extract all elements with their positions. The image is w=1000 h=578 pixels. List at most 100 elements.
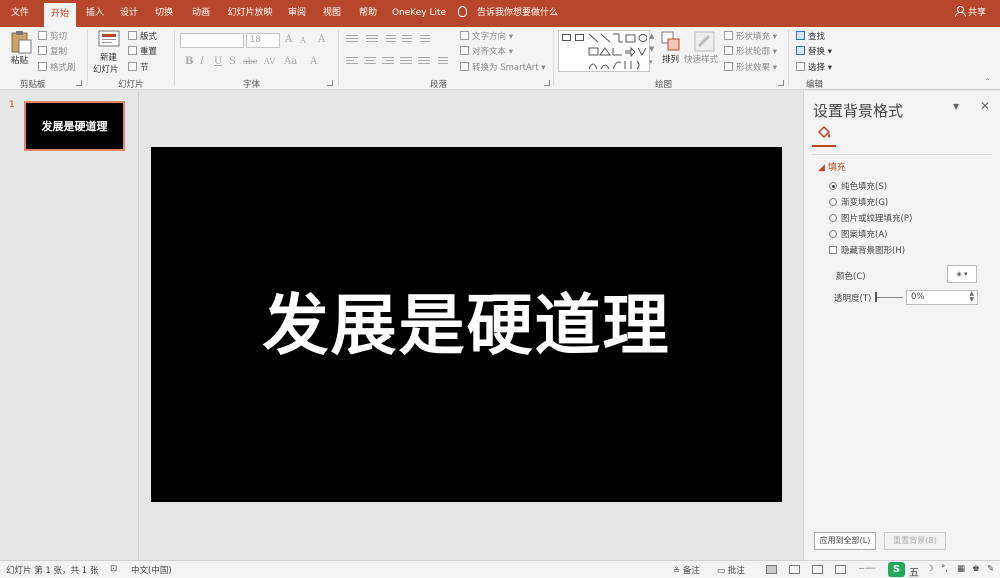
tab-onekey-lite[interactable]: OneKey Lite xyxy=(390,0,448,27)
tab-design[interactable]: 设计 xyxy=(114,0,144,27)
tab-animations[interactable]: 动画 xyxy=(186,0,216,27)
checkbox[interactable] xyxy=(829,246,837,254)
shapes-scroll-down[interactable]: ▼ xyxy=(649,45,654,53)
tab-help[interactable]: 帮助 xyxy=(353,0,383,27)
quick-styles-icon[interactable] xyxy=(694,31,716,53)
solid-fill-option[interactable]: 纯色填充(S) xyxy=(829,180,887,192)
settings-icon[interactable]: ✎ xyxy=(987,564,994,574)
paragraph-launcher-icon[interactable] xyxy=(544,80,550,86)
drawing-launcher-icon[interactable] xyxy=(778,80,784,86)
paste-button[interactable]: 粘贴 xyxy=(11,54,28,66)
paste-icon[interactable] xyxy=(10,30,32,54)
font-name-box[interactable] xyxy=(180,33,244,48)
clear-format-button[interactable]: A xyxy=(318,34,325,45)
font-color-button[interactable]: A xyxy=(310,56,317,67)
collapse-ribbon-icon[interactable]: ⌃ xyxy=(984,77,991,86)
cut-button[interactable]: 剪切 xyxy=(38,30,67,42)
sogou-ime-icon[interactable]: S xyxy=(888,562,905,577)
normal-view-icon[interactable] xyxy=(766,565,777,574)
textbox-shape-icon[interactable] xyxy=(575,34,584,41)
transparency-slider-thumb[interactable] xyxy=(875,292,877,302)
italic-button[interactable]: I xyxy=(200,56,204,67)
gradient-fill-option[interactable]: 渐变填充(G) xyxy=(829,196,888,208)
change-case-button[interactable]: Aa xyxy=(284,56,297,67)
radio[interactable] xyxy=(829,198,837,206)
fill-section-header[interactable]: ◢ 填充 xyxy=(818,160,846,173)
transparency-input[interactable]: 0% ▲ ▼ xyxy=(906,290,978,305)
slideshow-view-icon[interactable] xyxy=(835,565,846,574)
arrange-button[interactable]: 排列 xyxy=(662,53,679,65)
slide-sorter-view-icon[interactable] xyxy=(789,565,800,574)
pattern-fill-option[interactable]: 图案填充(A) xyxy=(829,228,887,240)
slide[interactable]: 发展是硬道理 xyxy=(151,147,782,502)
close-icon[interactable]: ✕ xyxy=(980,99,990,113)
apply-to-all-button[interactable]: 应用到全部(L) xyxy=(814,532,876,550)
share-button[interactable]: 共享 xyxy=(954,0,986,27)
shapes-gallery[interactable] xyxy=(558,30,650,72)
ime-mode[interactable]: 五 xyxy=(909,564,919,578)
shapes-more[interactable]: ▾ xyxy=(649,58,653,66)
punctuation-icon[interactable]: °, xyxy=(941,564,948,574)
radio[interactable] xyxy=(829,214,837,222)
tell-me-search[interactable]: 告诉我你想要做什么 xyxy=(458,0,558,27)
select-button[interactable]: 选择 ▾ xyxy=(796,61,832,73)
tab-review[interactable]: 审阅 xyxy=(282,0,312,27)
new-slide-icon[interactable] xyxy=(98,30,120,48)
notes-button[interactable]: ≗ 备注 xyxy=(673,564,700,576)
quick-styles-button[interactable]: 快速样式 xyxy=(684,53,718,65)
new-slide-line2[interactable]: 幻灯片 xyxy=(93,63,119,75)
paragraph-format-icons[interactable] xyxy=(344,33,454,75)
chevron-down-icon[interactable]: ▼ xyxy=(953,102,959,111)
bold-button[interactable]: B xyxy=(185,56,193,67)
tab-insert[interactable]: 插入 xyxy=(80,0,110,27)
keyboard-icon[interactable]: ▦ xyxy=(957,564,965,574)
tab-transitions[interactable]: 切换 xyxy=(149,0,179,27)
spinner-arrows-icon[interactable]: ▲ ▼ xyxy=(969,291,974,303)
text-direction-button[interactable]: 文字方向 ▾ xyxy=(460,30,513,42)
shape-effects-button[interactable]: 形状效果 ▾ xyxy=(724,61,777,73)
format-painter-button[interactable]: 格式刷 xyxy=(38,61,76,73)
textbox-shape-icon[interactable] xyxy=(562,34,571,41)
moon-icon[interactable]: ☽ xyxy=(926,564,934,574)
new-slide-line1[interactable]: 新建 xyxy=(100,51,117,63)
char-spacing-button[interactable]: AV xyxy=(264,57,275,66)
hide-background-graphics-option[interactable]: 隐藏背景图形(H) xyxy=(829,244,905,256)
paint-bucket-icon[interactable] xyxy=(816,125,832,141)
language-status[interactable]: 中文(中国) xyxy=(131,564,172,576)
grow-font-button[interactable]: A xyxy=(285,34,292,45)
font-size-box[interactable]: 18 xyxy=(246,33,280,48)
zoom-slider[interactable]: −── xyxy=(858,564,875,574)
comments-button[interactable]: ▭ 批注 xyxy=(717,564,745,576)
reset-background-button[interactable]: 重置背景(B) xyxy=(884,532,946,550)
color-picker-button[interactable]: ◈ ▾ xyxy=(947,265,977,283)
tab-file[interactable]: 文件 xyxy=(4,0,36,27)
font-launcher-icon[interactable] xyxy=(327,80,333,86)
skin-icon[interactable]: ♚ xyxy=(972,564,980,574)
copy-button[interactable]: 复制 xyxy=(38,45,67,57)
shape-fill-button[interactable]: 形状填充 ▾ xyxy=(724,30,777,42)
reading-view-icon[interactable] xyxy=(812,565,823,574)
shape-icons[interactable] xyxy=(587,33,647,71)
tab-home[interactable]: 开始 xyxy=(44,3,76,27)
radio-selected[interactable] xyxy=(829,182,837,190)
picture-fill-option[interactable]: 图片或纹理填充(P) xyxy=(829,212,912,224)
tab-slideshow[interactable]: 幻灯片放映 xyxy=(222,0,278,27)
replace-button[interactable]: 替换 ▾ xyxy=(796,45,832,57)
underline-button[interactable]: U xyxy=(214,56,222,67)
strikethrough-button[interactable]: abc xyxy=(243,57,257,66)
transparency-slider[interactable] xyxy=(875,297,903,298)
convert-smartart-button[interactable]: 转换为 SmartArt ▾ xyxy=(460,61,546,73)
shadow-button[interactable]: S xyxy=(229,56,236,67)
shrink-font-button[interactable]: A xyxy=(300,36,306,45)
slide-title-text[interactable]: 发展是硬道理 xyxy=(263,272,671,368)
radio[interactable] xyxy=(829,230,837,238)
reset-button[interactable]: 重置 xyxy=(128,45,157,57)
tab-view[interactable]: 视图 xyxy=(317,0,347,27)
spell-check-icon[interactable]: ⊡ xyxy=(110,564,117,574)
clipboard-launcher-icon[interactable] xyxy=(76,80,82,86)
align-text-button[interactable]: 对齐文本 ▾ xyxy=(460,45,513,57)
slide-thumbnail[interactable]: 发展是硬道理 xyxy=(24,101,125,151)
shapes-scroll-up[interactable]: ▲ xyxy=(649,32,654,40)
arrange-icon[interactable] xyxy=(661,31,681,53)
section-button[interactable]: 节 xyxy=(128,61,149,73)
